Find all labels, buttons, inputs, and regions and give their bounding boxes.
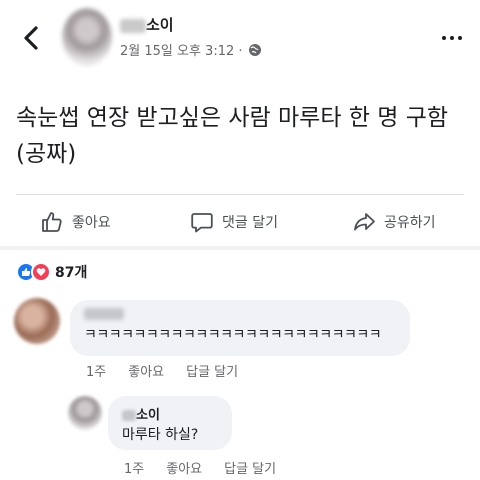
author-avatar[interactable] [62, 8, 112, 66]
post-meta: 2월 15일 오후 3:12 · [120, 40, 262, 59]
more-dots-icon[interactable] [442, 36, 462, 40]
comment-reply-link[interactable]: 답글 달기 [186, 361, 238, 380]
post-body: 속눈썹 연장 받고싶은 사람 마루타 한 명 구함 (공짜) [16, 105, 449, 167]
thumbs-up-icon [42, 212, 62, 232]
comment-bubble: ㅋㅋㅋㅋㅋㅋㅋㅋㅋㅋㅋㅋㅋㅋㅋㅋㅋㅋㅋㅋㅋㅋㅋㅋ [70, 300, 410, 356]
section-separator [0, 246, 480, 250]
blurred-name-part [120, 18, 146, 33]
comment-text: ㅋㅋㅋㅋㅋㅋㅋㅋㅋㅋㅋㅋㅋㅋㅋㅋㅋㅋㅋㅋㅋㅋㅋㅋ [84, 327, 382, 343]
comment-time: 1주 [86, 365, 107, 380]
reaction-summary[interactable]: 87개 [16, 262, 87, 282]
share-button[interactable]: 공유하기 [352, 210, 436, 234]
commenter-avatar[interactable] [14, 298, 60, 344]
like-label: 좋아요 [72, 215, 111, 231]
divider [16, 194, 464, 195]
reply-meta: 1주 좋아요 답글 달기 [124, 458, 276, 477]
action-bar: 좋아요 댓글 달기 공유하기 [0, 200, 480, 244]
reply-reply-link[interactable]: 답글 달기 [224, 458, 276, 477]
share-arrow-icon [354, 213, 375, 231]
like-button[interactable]: 좋아요 [40, 210, 111, 234]
post-timestamp[interactable]: 2월 15일 오후 3:12 · [120, 40, 243, 59]
comment-bubble-icon [191, 213, 213, 233]
reply-like-link[interactable]: 좋아요 [166, 458, 202, 477]
reply-time: 1주 [124, 462, 145, 477]
reply-text: 마루타 하실? [122, 427, 199, 443]
commenter-name-blurred[interactable] [84, 308, 124, 320]
post-header: 소이 2월 15일 오후 3:12 · [0, 0, 480, 80]
reply-author-avatar[interactable] [68, 396, 102, 430]
heart-icon [31, 262, 51, 282]
blurred-name-part [122, 410, 136, 421]
comment-like-link[interactable]: 좋아요 [128, 361, 164, 380]
comment-button[interactable]: 댓글 달기 [190, 210, 278, 234]
chevron-left-icon[interactable] [18, 22, 46, 54]
reply-author-name[interactable]: 소이 [122, 404, 160, 423]
reply-bubble: 소이 마루타 하실? [108, 396, 232, 450]
comment-label: 댓글 달기 [222, 215, 278, 231]
reaction-count: 87개 [55, 265, 88, 281]
globe-icon [248, 43, 261, 56]
comment-meta: 1주 좋아요 답글 달기 [86, 361, 238, 380]
author-name[interactable]: 소이 [120, 14, 174, 35]
share-label: 공유하기 [384, 215, 436, 231]
